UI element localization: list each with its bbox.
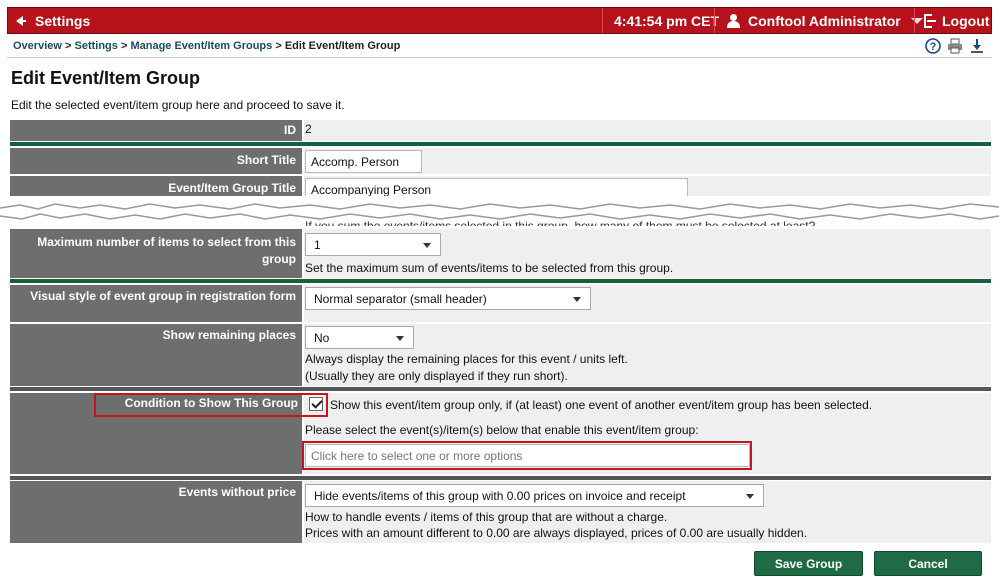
visual-style-value: Normal separator (small header)	[314, 291, 487, 306]
chevron-down-icon	[910, 17, 923, 24]
user-menu[interactable]: Conftool Administrator	[726, 8, 923, 33]
chevron-down-icon	[396, 336, 404, 341]
breadcrumb-separator: >	[275, 40, 282, 52]
section-divider	[10, 142, 991, 146]
max-items-hint: Set the maximum sum of events/items to b…	[305, 261, 674, 275]
remaining-places-hint-1: Always display the remaining places for …	[305, 352, 628, 366]
events-without-price-hint-1: How to handle events / items of this gro…	[305, 510, 668, 524]
divider	[714, 8, 715, 33]
events-without-price-select[interactable]: Hide events/items of this group with 0.0…	[305, 484, 764, 507]
user-icon	[726, 13, 740, 28]
events-without-price-value: Hide events/items of this group with 0.0…	[314, 488, 686, 503]
svg-text:?: ?	[930, 41, 937, 53]
max-items-label: Maximum number of items to select from t…	[10, 229, 302, 278]
page-title: Edit Event/Item Group	[11, 68, 201, 88]
page-description: Edit the selected event/item group here …	[11, 98, 345, 112]
breadcrumb: Overview > Settings > Manage Event/Item …	[13, 40, 400, 52]
short-title-label: Short Title	[10, 148, 302, 174]
logout-icon	[924, 13, 936, 28]
print-icon[interactable]	[947, 38, 963, 54]
events-without-price-label: Events without price	[10, 481, 302, 543]
settings-button[interactable]: Settings	[16, 8, 90, 33]
cancel-button[interactable]: Cancel	[874, 551, 982, 576]
events-without-price-hint-2: Prices with an amount different to 0.00 …	[305, 526, 808, 540]
condition-label: Condition to Show This Group	[124, 396, 298, 410]
section-divider	[10, 279, 991, 283]
condition-select-prompt: Please select the event(s)/item(s) below…	[305, 423, 699, 437]
short-title-input[interactable]: Accomp. Person	[305, 150, 422, 173]
user-name: Conftool Administrator	[748, 12, 901, 29]
settings-label: Settings	[35, 12, 91, 29]
short-title-row: Short Title	[10, 148, 991, 174]
remaining-places-label: Show remaining places	[10, 324, 302, 386]
divider	[602, 8, 603, 33]
logout-label: Logout	[942, 12, 990, 29]
visual-style-label: Visual style of event group in registrat…	[10, 285, 302, 322]
id-value: 2	[304, 120, 991, 141]
help-icon[interactable]: ?	[925, 38, 941, 54]
breadcrumb-overview[interactable]: Overview	[13, 40, 62, 52]
section-divider	[10, 387, 991, 391]
max-items-select[interactable]: 1	[305, 233, 441, 256]
breadcrumb-separator: >	[120, 40, 128, 52]
highlight-box	[302, 441, 752, 470]
breadcrumb-current: Edit Event/Item Group	[284, 40, 401, 52]
min-items-hint-fragment: If you sum the events/items selected in …	[305, 219, 816, 226]
clock: 4:41:54 pm CET	[614, 12, 720, 29]
id-label: ID	[10, 120, 302, 141]
chevron-down-icon	[573, 297, 581, 302]
chevron-down-icon	[423, 243, 431, 248]
id-row: ID 2	[10, 120, 991, 141]
page-tools: ?	[925, 38, 985, 54]
remaining-places-value: No	[314, 330, 330, 345]
condition-checkbox-text: Show this event/item group only, if (at …	[330, 398, 873, 412]
remaining-places-select[interactable]: No	[305, 326, 414, 349]
arrow-left-icon	[16, 15, 26, 26]
remaining-places-hint-2: (Usually they are only displayed if they…	[305, 369, 568, 383]
visual-style-select[interactable]: Normal separator (small header)	[305, 287, 591, 310]
save-group-button[interactable]: Save Group	[754, 551, 863, 576]
chevron-down-icon	[746, 494, 754, 499]
logout-button[interactable]: Logout	[924, 8, 989, 33]
top-bar: Settings 4:41:54 pm CET Conftool Adminis…	[7, 7, 992, 34]
condition-checkbox[interactable]	[309, 397, 323, 411]
max-items-value: 1	[314, 237, 321, 252]
section-divider	[10, 476, 991, 480]
breadcrumb-manage-groups[interactable]: Manage Event/Item Groups	[130, 40, 272, 52]
divider	[7, 57, 992, 58]
divider	[914, 8, 915, 33]
breadcrumb-separator: >	[64, 40, 72, 52]
breadcrumb-settings[interactable]: Settings	[74, 40, 117, 52]
download-icon[interactable]	[969, 38, 985, 54]
